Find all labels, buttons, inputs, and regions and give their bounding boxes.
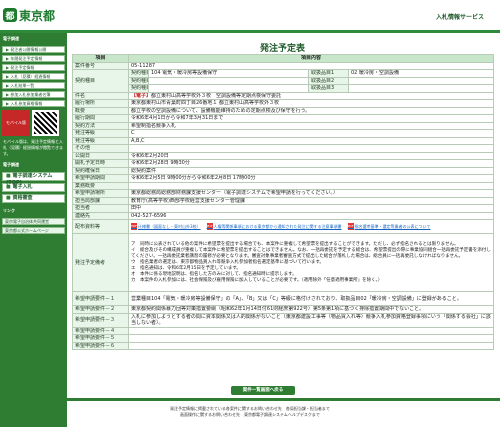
sidebar-link-official-site[interactable]: 東京都公式ホームページ bbox=[2, 227, 65, 234]
table-row: 配布資料等 PDF 仕様書（図面なし・東村山外3校） PDF 人権等関係事項における… bbox=[72, 219, 495, 234]
table-row: 希望申請要件－４ bbox=[72, 326, 495, 335]
doc-link-spec[interactable]: PDF 仕様書（図面なし・東村山外3校） bbox=[131, 223, 201, 230]
column-header-content: 項目内容 bbox=[127, 54, 495, 63]
mobile-icon[interactable]: モバイル版 bbox=[2, 110, 30, 136]
table-row: 発注等級 A,B,C bbox=[72, 136, 495, 145]
table-row: 担当局部課 教育庁(高等学校)西部学校経営支援センター管理課 bbox=[72, 196, 495, 205]
table-row: 希望申請場所 東京都総務局総務部財務課支援センター（電子調達システムで希望申請を行… bbox=[72, 189, 495, 198]
column-header-item: 項目 bbox=[72, 54, 129, 63]
table-row: 契約種目2取扱品目2 bbox=[73, 76, 495, 85]
mobile-section: モバイル版 bbox=[2, 110, 65, 136]
sidebar-item-qualification-review[interactable]: 資格審査 bbox=[2, 194, 65, 203]
main-content: 発注予定表 項目項目内容 案件番号05-11287 契約種目 契約種目1 104… bbox=[72, 33, 495, 389]
sidebar-section-title: 電子調達 bbox=[0, 159, 67, 170]
table-row: 希望申請要件－３ 入札に参加しようとする者の間に資本関係又は人的関係がないこと（東… bbox=[72, 312, 495, 328]
sidebar-item-e-bidding[interactable]: 電子入札 bbox=[2, 183, 65, 192]
table-row: 契約方法 希望制指名競争入札 bbox=[72, 121, 495, 130]
page-title: 発注予定表 bbox=[259, 44, 305, 54]
table-row: 発注予定備考 ア 同時に公表されている他の案件に希望票を提出する場合でも、本案件… bbox=[72, 233, 495, 292]
sidebar: 電子調達 発注者公開情報公開 年間発注予定情報 発注予定情報 入札（見積）経過情… bbox=[0, 33, 67, 427]
table-row: 公開日 令和6年2月20日 bbox=[72, 151, 495, 160]
mobile-note: モバイル版は、発注予定情報と入札（見積）経過情報が閲覧できます。 bbox=[3, 139, 63, 156]
table-row: 希望申請要件－５ bbox=[72, 334, 495, 343]
tokyo-emblem-icon: 都 bbox=[3, 8, 17, 22]
table-row: 希望申請要件－２ 東京都契約関係暴力団等対策措置要綱（昭和62年1月14日付61財… bbox=[72, 305, 495, 314]
pdf-icon: PDF bbox=[206, 223, 213, 230]
sidebar-item-order-schedule[interactable]: 発注予定情報 bbox=[2, 64, 65, 71]
sidebar-item-annual-schedule[interactable]: 年間発注予定情報 bbox=[2, 55, 65, 62]
logo-text: 東京都 bbox=[19, 8, 56, 23]
table-row: 概要 都立学校の空調設備について、設備機能維持のための定期点検及び保守を行う。 bbox=[72, 106, 495, 115]
table-row: 契約確保日 総契約案件 bbox=[72, 166, 495, 175]
table-row: 業務概要 bbox=[72, 181, 495, 190]
sidebar-item-participant-list[interactable]: 参加入札参加業者名簿 bbox=[2, 91, 65, 98]
footer-contact-helpdesk: 画面操作に関するお問い合わせ先 東京都電子調達システムヘルプデスクまで bbox=[180, 412, 320, 417]
sidebar-link-joint-operation[interactable]: 東京電子自治体共同運営 bbox=[2, 218, 65, 225]
table-row: 希望申請要件－１ 営業種目104「電気・暖冷房等設備保守」の「A」、「B」又は「C… bbox=[72, 291, 495, 306]
tokyo-logo[interactable]: 都 東京都 bbox=[3, 6, 55, 24]
sidebar-item-bid-results[interactable]: 入札結果一覧 bbox=[2, 82, 65, 89]
table-row: 担当者 田中 bbox=[72, 204, 495, 213]
doc-link-notice[interactable]: PDF 人権等関係事項における東京都から通知された発注に関する注意事項書 bbox=[206, 223, 342, 230]
table-row: 開札予定日時 令和6年2月28日 9時30分 bbox=[72, 159, 495, 168]
table-row: 履行場所 東京都東村山市青葉町四丁目26番地１ 都立東村山高等学校外３校 bbox=[72, 99, 495, 108]
pdf-icon: PDF bbox=[131, 223, 137, 230]
qr-code-icon bbox=[32, 110, 59, 136]
table-row: 契約種目 契約種目1 104 電気・暖冷房等設備保守 取扱品目1 02 暖冷房・… bbox=[72, 69, 495, 93]
table-row: 連絡先 042-527-6596 bbox=[72, 211, 495, 220]
sidebar-item-system-top[interactable]: 電子調達システム(TOP) bbox=[2, 172, 65, 186]
notes-text: ア 同時に公表されている他の案件に希望票を提出する場合でも、本案件に重複して希望… bbox=[131, 241, 491, 283]
sidebar-item-qualification[interactable]: 入札参加資格情報 bbox=[2, 100, 65, 107]
table-row: 案件番号 05-11287 bbox=[72, 61, 495, 70]
sidebar-section-title: リンク bbox=[0, 205, 67, 216]
header: 都 東京都 入札情報サービス bbox=[0, 0, 500, 30]
order-detail-table: 項目項目内容 案件番号05-11287 契約種目 契約種目1 104 電気・暖冷… bbox=[72, 54, 495, 350]
sidebar-section-title: 電子調達 bbox=[0, 33, 67, 44]
table-row: 希望申請要件－６ bbox=[72, 341, 495, 350]
table-row: 希望申請期間 令和6年2月5日 9時00分から令和6年2月8日 17時00分 bbox=[72, 174, 495, 183]
sidebar-item-procurement-info[interactable]: 発注者公開情報公開 bbox=[2, 46, 65, 53]
pdf-icon: PDF bbox=[347, 223, 354, 230]
electronic-tag: 【電子】 bbox=[131, 92, 152, 99]
back-to-list-button[interactable]: 案件一覧画面へ戻る bbox=[231, 386, 295, 395]
doc-link-selection[interactable]: PDF 指名選考基準・選定等業者の公表について bbox=[347, 223, 430, 230]
table-row: その他 bbox=[72, 144, 495, 153]
table-row: 契約種目3取扱品目3 bbox=[73, 84, 495, 93]
table-row: 履行期間 令和6年4月1日から令和7年3月31日まで bbox=[72, 114, 495, 123]
footer: 発注予定情報に掲載されている各案件に関するお問い合わせ先 各局担当課・担当者まで… bbox=[0, 398, 500, 427]
service-name: 入札情報サービス bbox=[435, 14, 484, 21]
sidebar-item-bid-progress[interactable]: 入札（見積）経過情報 bbox=[2, 73, 65, 80]
table-row: 件名 【電子】都立東村山高等学校外３校 空調設備等定期点検保守委託 bbox=[72, 91, 495, 100]
table-row: 発注等級 C bbox=[72, 129, 495, 138]
